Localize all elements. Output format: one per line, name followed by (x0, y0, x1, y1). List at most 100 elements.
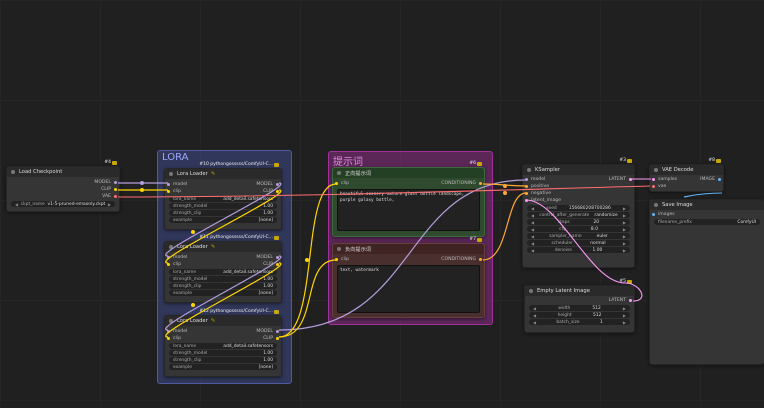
socket-latent-out[interactable] (629, 299, 632, 302)
socket-clip-out[interactable] (276, 263, 279, 266)
node-load-checkpoint[interactable]: #4 Load Checkpoint MODEL CLIP VAE ◀ ckpt_… (6, 160, 120, 212)
widget-control-after-generate[interactable]: ◀ control_after_generate randomize ▶ (527, 212, 630, 218)
output-vae[interactable]: VAE (7, 193, 119, 200)
socket-model-in[interactable] (167, 183, 170, 186)
widget-lora-name[interactable]: lora_name add_detail.safetensors (169, 343, 277, 349)
node-header[interactable]: Save Image (650, 200, 764, 210)
collapse-dot[interactable] (169, 172, 173, 176)
widget-denoise[interactable]: ◀ denoise 1.00 ▶ (527, 247, 630, 253)
widget-lora-name[interactable]: lora_name add_detail.safetensors (169, 269, 277, 275)
socket-clip-out[interactable] (276, 190, 279, 193)
node-header[interactable]: Lora Loader ✎ (165, 242, 281, 252)
socket-model-out[interactable] (276, 183, 279, 186)
socket-samples-in[interactable] (652, 178, 655, 181)
input-latent-image[interactable]: latent_image (523, 197, 634, 204)
node-header[interactable]: 正向提示词 (333, 168, 484, 178)
socket-negative-in[interactable] (525, 192, 528, 195)
socket-model-out[interactable] (276, 330, 279, 333)
output-latent[interactable]: LATENT (525, 297, 634, 304)
socket-clip-in[interactable] (167, 263, 170, 266)
collapse-dot[interactable] (169, 245, 173, 249)
socket-model-in[interactable] (525, 178, 528, 181)
widget-example[interactable]: example [none] (169, 364, 277, 370)
collapse-dot[interactable] (527, 168, 531, 172)
io-clip[interactable]: clip CLIP (165, 335, 281, 342)
node-header[interactable]: Lora Loader ✎ (165, 316, 281, 326)
io-model[interactable]: model MODEL (165, 328, 281, 335)
input-vae[interactable]: vae (650, 183, 723, 190)
socket-model[interactable] (114, 181, 117, 184)
io-model[interactable]: model MODEL (165, 254, 281, 261)
input-images[interactable]: images (650, 211, 764, 218)
io-clip-conditioning[interactable]: clip CONDITIONING (333, 180, 484, 187)
socket-clip-in[interactable] (335, 258, 338, 261)
socket-images-in[interactable] (652, 213, 655, 216)
widget-filename-prefix[interactable]: filename_prefix ComfyUI (654, 219, 760, 225)
widget-cfg[interactable]: ◀ cfg 8.0 ▶ (527, 226, 630, 232)
node-header[interactable]: KSampler (523, 165, 634, 175)
widget-sampler-name[interactable]: ◀ sampler_name euler ▶ (527, 233, 630, 239)
widget-lora-name[interactable]: lora_name add_detail.safetensors (169, 196, 277, 202)
socket-latent-in[interactable] (525, 199, 528, 202)
positive-prompt-textarea[interactable]: beautiful scenery nature glass bottle la… (337, 189, 480, 231)
node-header[interactable]: Empty Latent Image (525, 286, 634, 296)
node-save-image[interactable]: Save Image images filename_prefix ComfyUI (649, 199, 764, 365)
socket-vae[interactable] (114, 195, 117, 198)
collapse-dot[interactable] (337, 171, 341, 175)
widget-strength-clip[interactable]: strength_clip 1.00 (169, 357, 277, 363)
node-lora-loader-2[interactable]: #11 pythongosssss/ComfyUI-C... Lora Load… (164, 235, 282, 303)
node-negative-prompt[interactable]: #7 负向提示词 clip CONDITIONING text, watermar… (332, 237, 485, 318)
widget-steps[interactable]: ◀ steps 20 ▶ (527, 219, 630, 225)
widget-strength-clip[interactable]: strength_clip 1.00 (169, 283, 277, 289)
node-lora-loader-1[interactable]: #10 pythongosssss/ComfyUI-C... Lora Load… (164, 162, 282, 230)
node-lora-loader-3[interactable]: #12 pythongosssss/ComfyUI-C... Lora Load… (164, 309, 282, 377)
widget-batch-size[interactable]: ◀ batch_size 1 ▶ (529, 319, 630, 325)
collapse-dot[interactable] (529, 289, 533, 293)
widget-ckpt-name[interactable]: ◀ ckpt_name v1-5-pruned-emaonly.ckpt ▶ (11, 201, 115, 207)
socket-model-out[interactable] (276, 256, 279, 259)
node-empty-latent-image[interactable]: #5 Empty Latent Image LATENT ◀ width 512 ▶ … (524, 279, 635, 333)
widget-strength-clip[interactable]: strength_clip 1.00 (169, 210, 277, 216)
io-model[interactable]: model MODEL (165, 181, 281, 188)
widget-strength-model[interactable]: strength_model 1.00 (169, 276, 277, 282)
output-model[interactable]: MODEL (7, 179, 119, 186)
input-negative[interactable]: negative (523, 190, 634, 197)
socket-clip-in[interactable] (167, 190, 170, 193)
node-vae-decode[interactable]: #8 VAE Decode samples IMAGE vae (649, 158, 724, 192)
socket-positive-in[interactable] (525, 185, 528, 188)
widget-width[interactable]: ◀ width 512 ▶ (529, 305, 630, 311)
input-positive[interactable]: positive (523, 183, 634, 190)
node-header[interactable]: 负向提示词 (333, 244, 484, 254)
collapse-dot[interactable] (337, 247, 341, 251)
io-clip[interactable]: clip CLIP (165, 261, 281, 268)
widget-seed[interactable]: ◀ seed 156680208700286 ▶ (527, 205, 630, 211)
socket-clip[interactable] (114, 188, 117, 191)
socket-image-out[interactable] (718, 178, 721, 181)
io-model-latent[interactable]: model LATENT (523, 176, 634, 183)
socket-clip-in[interactable] (335, 182, 338, 185)
io-clip[interactable]: clip CLIP (165, 188, 281, 195)
negative-prompt-textarea[interactable]: text, watermark (337, 265, 480, 313)
socket-clip-out[interactable] (276, 337, 279, 340)
socket-clip-in[interactable] (167, 337, 170, 340)
widget-example[interactable]: example [none] (169, 290, 277, 296)
output-clip[interactable]: CLIP (7, 186, 119, 193)
io-clip-conditioning[interactable]: clip CONDITIONING (333, 256, 484, 263)
widget-height[interactable]: ◀ height 512 ▶ (529, 312, 630, 318)
collapse-dot[interactable] (11, 170, 15, 174)
collapse-dot[interactable] (169, 319, 173, 323)
collapse-dot[interactable] (654, 203, 658, 207)
socket-conditioning-out[interactable] (479, 182, 482, 185)
socket-latent-out[interactable] (629, 178, 632, 181)
node-header[interactable]: VAE Decode (650, 165, 723, 175)
io-samples-image[interactable]: samples IMAGE (650, 176, 723, 183)
socket-model-in[interactable] (167, 330, 170, 333)
socket-conditioning-out[interactable] (479, 258, 482, 261)
node-header[interactable]: Load Checkpoint (7, 167, 119, 177)
socket-model-in[interactable] (167, 256, 170, 259)
node-positive-prompt[interactable]: #6 正向提示词 clip CONDITIONING beautiful scen… (332, 161, 485, 237)
widget-strength-model[interactable]: strength_model 1.00 (169, 350, 277, 356)
widget-strength-model[interactable]: strength_model 1.00 (169, 203, 277, 209)
node-header[interactable]: Lora Loader ✎ (165, 169, 281, 179)
socket-vae-in[interactable] (652, 185, 655, 188)
